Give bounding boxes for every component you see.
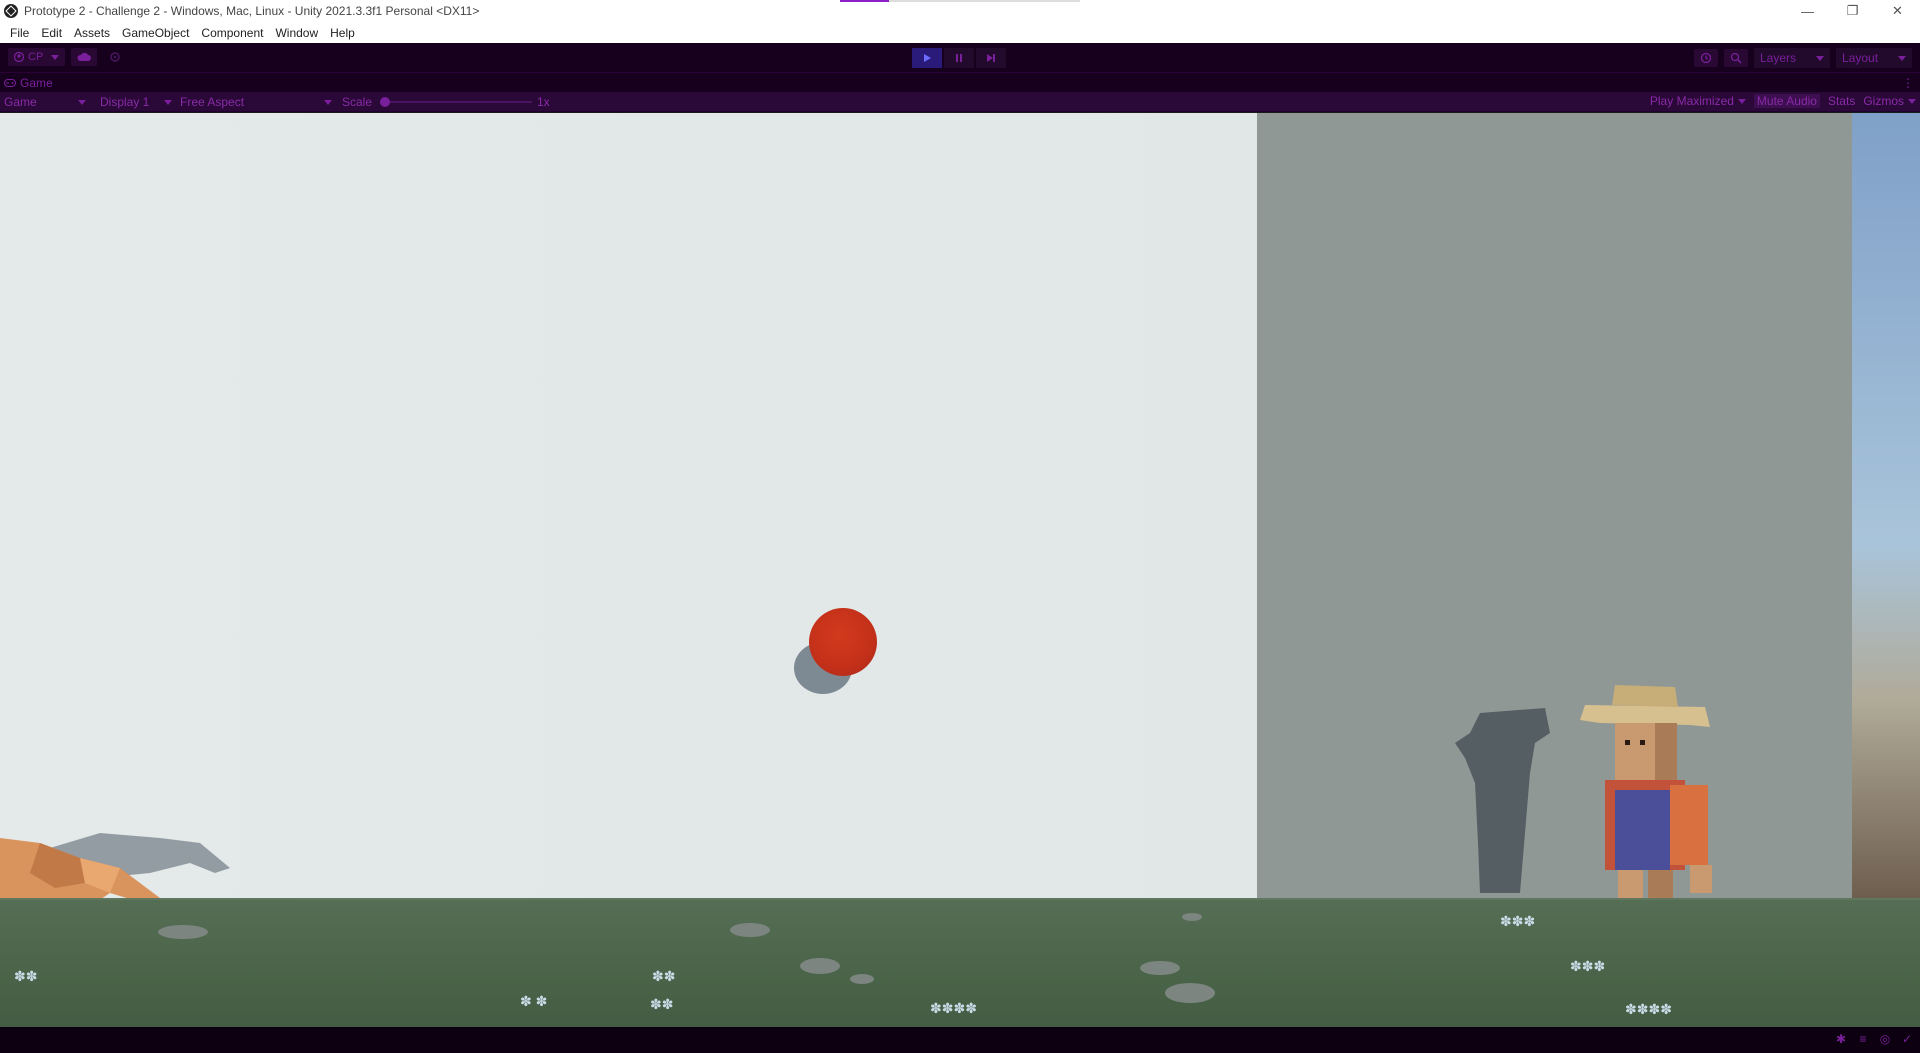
- flower-icon: ✽ ✽: [520, 993, 548, 1009]
- rock: [1182, 913, 1202, 921]
- play-button[interactable]: [912, 48, 942, 68]
- ground-edge: [0, 898, 1920, 900]
- history-icon: [1700, 52, 1712, 64]
- search-button[interactable]: [1724, 49, 1748, 67]
- cloud-button[interactable]: [71, 48, 98, 66]
- history-button[interactable]: [1694, 49, 1718, 67]
- flower-icon: ✽✽✽✽: [1625, 1001, 1672, 1017]
- back-wall-light: [0, 113, 1257, 898]
- account-dropdown[interactable]: CP: [8, 48, 66, 66]
- status-bar: ✱ ≡ ◎ ✓: [0, 1027, 1920, 1053]
- scale-slider-track[interactable]: [384, 101, 532, 103]
- flower-icon: ✽✽: [14, 968, 38, 984]
- gamepad-icon: [4, 79, 16, 87]
- account-label: CP: [28, 51, 44, 63]
- menu-component[interactable]: Component: [195, 26, 269, 40]
- chevron-down-icon: [51, 54, 60, 60]
- bug-icon[interactable]: ✱: [1834, 1032, 1848, 1046]
- menu-help[interactable]: Help: [324, 26, 361, 40]
- layers-label: Layers: [1760, 51, 1797, 65]
- rock: [850, 974, 874, 984]
- scale-value: 1x: [537, 95, 550, 109]
- farmer-shadow: [1455, 708, 1550, 893]
- menu-edit[interactable]: Edit: [35, 26, 68, 40]
- gizmos-dropdown[interactable]: Gizmos: [1863, 94, 1916, 108]
- flower-icon: ✽✽✽: [1570, 958, 1606, 974]
- target-icon[interactable]: ◎: [1878, 1032, 1892, 1046]
- scale-slider-handle[interactable]: [380, 97, 390, 107]
- gizmos-label: Gizmos: [1863, 94, 1904, 108]
- collab-button[interactable]: [103, 48, 127, 66]
- layers-dropdown[interactable]: Layers: [1754, 48, 1830, 68]
- game-viewport[interactable]: ✽✽ ✽ ✽ ✽✽ ✽✽ ✽✽✽✽ ✽✽✽ ✽✽✽ ✽✽✽✽: [0, 113, 1920, 1027]
- loading-strip: [840, 0, 1080, 2]
- check-circle-icon[interactable]: ✓: [1900, 1032, 1914, 1046]
- step-button[interactable]: [976, 48, 1006, 68]
- main-toolbar: CP Layers Layout: [0, 43, 1920, 73]
- window-title: Prototype 2 - Challenge 2 - Windows, Mac…: [24, 4, 480, 18]
- menu-assets[interactable]: Assets: [68, 26, 116, 40]
- rock: [730, 923, 770, 937]
- search-icon: [1730, 52, 1742, 64]
- pause-button[interactable]: [944, 48, 974, 68]
- chevron-down-icon: [164, 99, 172, 105]
- layout-label: Layout: [1842, 51, 1879, 65]
- close-button[interactable]: ✕: [1875, 0, 1920, 22]
- collab-gear-icon: [110, 52, 121, 62]
- scale-label: Scale: [342, 95, 373, 109]
- unity-logo-icon: [4, 4, 18, 18]
- title-bar: Prototype 2 - Challenge 2 - Windows, Mac…: [0, 0, 1920, 22]
- rock: [1140, 961, 1180, 975]
- stack-icon[interactable]: ≡: [1856, 1032, 1870, 1046]
- tab-game[interactable]: Game: [4, 75, 53, 91]
- play-icon: [924, 54, 931, 62]
- tab-game-label: Game: [20, 76, 53, 90]
- display-select-value: Display 1: [100, 95, 150, 109]
- menu-bar: File Edit Assets GameObject Component Wi…: [0, 22, 1920, 43]
- view-select-value: Game: [4, 95, 37, 109]
- sky-strip: [1852, 113, 1920, 898]
- tab-row: Game ⋮: [0, 73, 1920, 92]
- stats-toggle[interactable]: Stats: [1828, 94, 1855, 108]
- layout-dropdown[interactable]: Layout: [1836, 48, 1912, 68]
- aspect-select[interactable]: Free Aspect: [180, 94, 332, 110]
- view-select[interactable]: Game: [4, 94, 86, 110]
- pause-icon: [956, 54, 962, 62]
- chevron-down-icon: [1816, 55, 1824, 61]
- play-controls: [912, 48, 1006, 68]
- account-icon: [14, 52, 24, 62]
- chevron-down-icon: [1737, 98, 1746, 104]
- game-view-toolbar: Game Display 1 Free Aspect Scale 1x Play…: [0, 92, 1920, 112]
- aspect-select-value: Free Aspect: [180, 95, 245, 109]
- more-options-icon[interactable]: ⋮: [1902, 76, 1914, 90]
- red-ball: [809, 608, 877, 676]
- chevron-down-icon: [78, 99, 86, 105]
- restore-button[interactable]: ❐: [1830, 0, 1875, 22]
- menu-gameobject[interactable]: GameObject: [116, 26, 195, 40]
- chevron-down-icon: [1908, 98, 1916, 104]
- mute-audio-toggle[interactable]: Mute Audio: [1753, 94, 1820, 108]
- flower-icon: ✽✽: [650, 996, 674, 1012]
- rock: [158, 925, 208, 939]
- rock: [800, 958, 840, 974]
- flower-icon: ✽✽✽✽: [930, 1000, 977, 1016]
- cloud-icon: [77, 52, 92, 61]
- menu-window[interactable]: Window: [269, 26, 324, 40]
- chevron-down-icon: [1898, 55, 1906, 61]
- rock: [1165, 983, 1215, 1003]
- chevron-down-icon: [324, 99, 332, 105]
- play-mode-select[interactable]: Play Maximized: [1650, 94, 1746, 108]
- flower-icon: ✽✽✽: [1500, 913, 1536, 929]
- flower-icon: ✽✽: [652, 968, 676, 984]
- menu-file[interactable]: File: [4, 26, 35, 40]
- play-mode-value: Play Maximized: [1649, 94, 1734, 108]
- step-icon: [987, 54, 995, 62]
- minimize-button[interactable]: —: [1785, 0, 1830, 22]
- display-select[interactable]: Display 1: [100, 94, 172, 110]
